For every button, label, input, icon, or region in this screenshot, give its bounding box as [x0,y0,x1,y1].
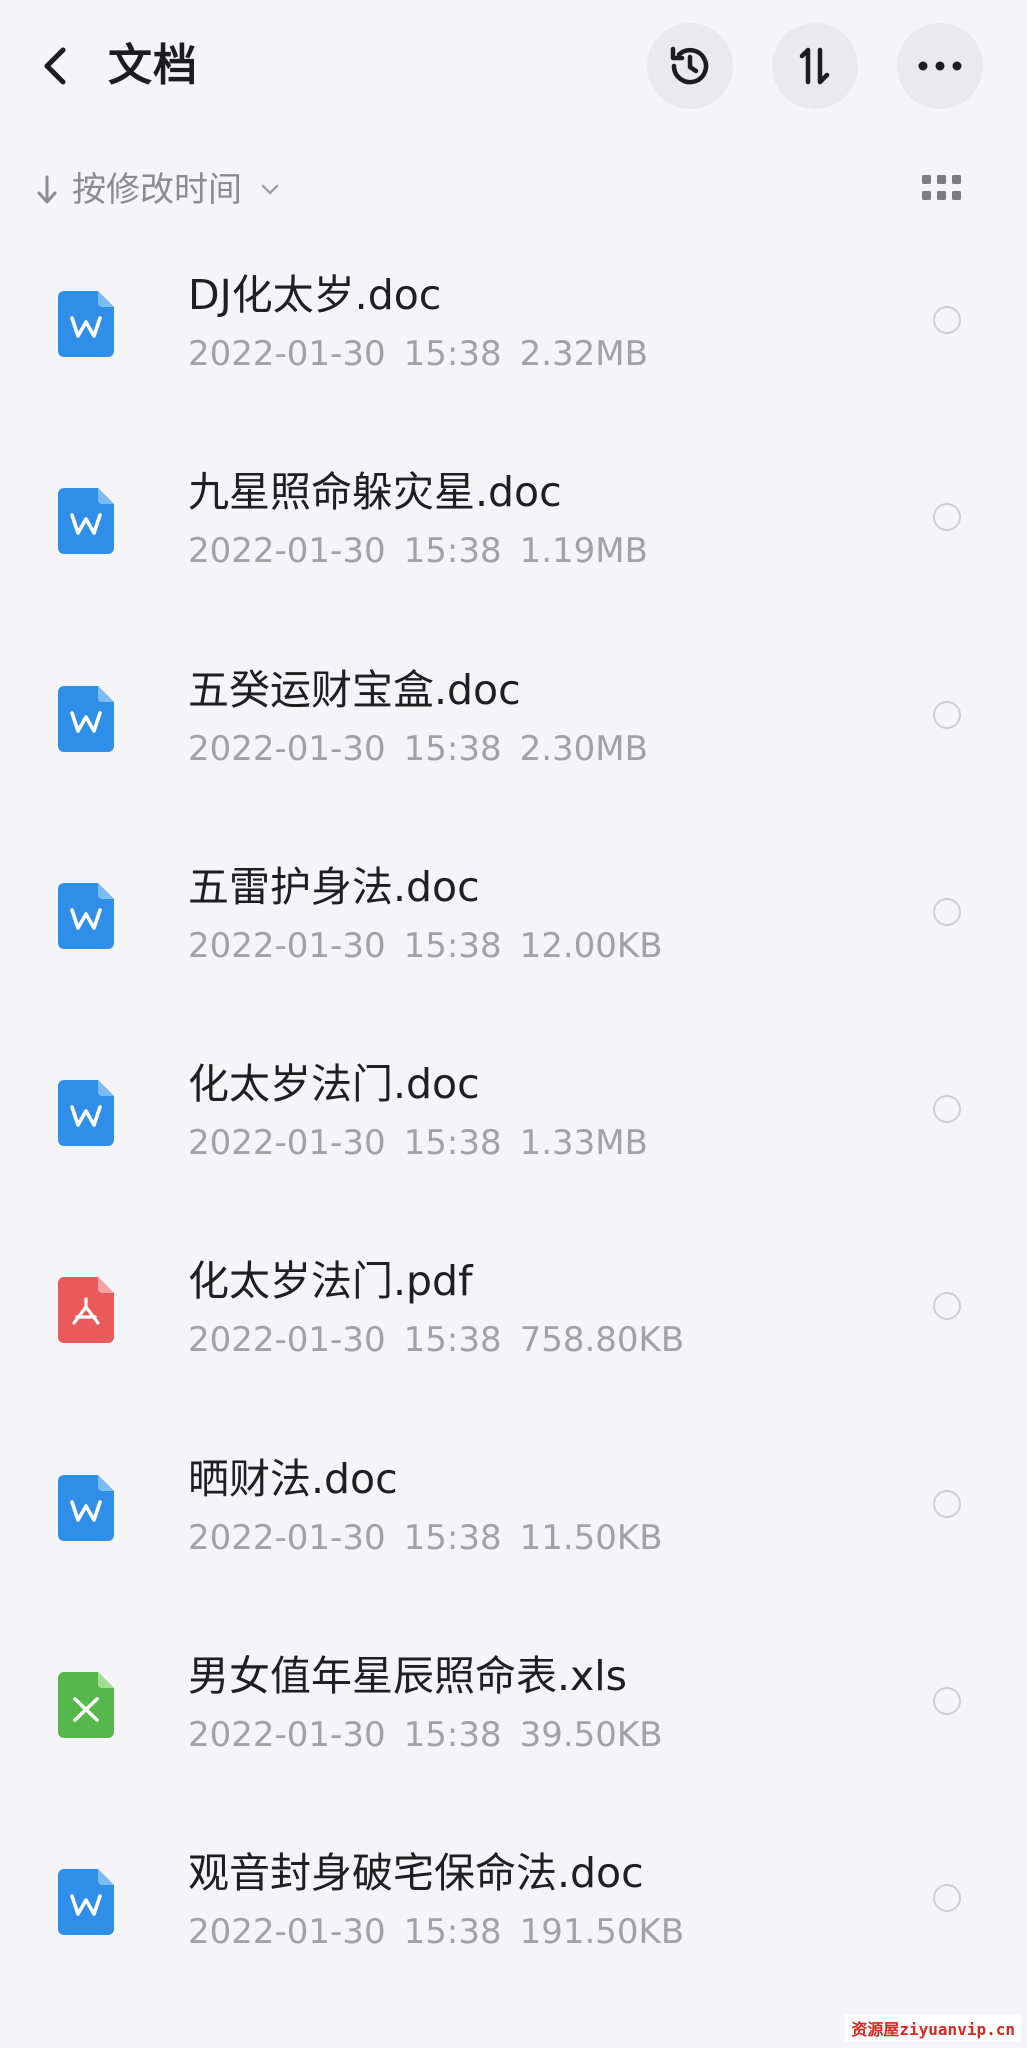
file-date: 2022-01-30 [188,334,386,374]
file-date: 2022-01-30 [188,1320,386,1361]
file-time: 15:38 [403,1912,502,1953]
file-name: 五雷护身法.doc [188,862,480,911]
file-time: 15:38 [403,1715,502,1756]
file-row[interactable]: 化太岁法门.doc 2022-01-30 15:38 1.33MB [0,1029,1027,1226]
file-name: 五癸运财宝盒.doc [188,665,521,714]
select-checkbox[interactable] [933,1292,961,1321]
file-size: 191.50KB [519,1912,685,1953]
word-file-icon [58,1474,114,1541]
file-date: 2022-01-30 [188,1715,386,1756]
file-date: 2022-01-30 [188,925,386,966]
grid-view-icon [922,175,961,200]
file-size: 2.32MB [519,334,648,374]
excel-file-icon [58,1672,114,1739]
file-meta: 2022-01-30 15:38 1.19MB [188,529,666,573]
file-row[interactable]: 五雷护身法.doc 2022-01-30 15:38 12.00KB [0,832,1027,1029]
file-meta: 2022-01-30 15:38 758.80KB [188,1318,702,1362]
file-time: 15:38 [403,728,502,769]
select-checkbox[interactable] [933,1884,961,1913]
pdf-file-icon [58,1277,114,1344]
file-date: 2022-01-30 [188,1123,386,1164]
file-size: 2.30MB [519,728,648,769]
watermark-text: 资源屋ziyuanvip.cn [845,2014,1021,2042]
back-button[interactable] [30,36,80,96]
file-name: 化太岁法门.doc [188,1060,480,1109]
file-list: DJ化太岁.doc 2022-01-30 15:38 2.32MB 九星照命躲灾星.d… [0,240,1027,2016]
select-checkbox[interactable] [933,700,961,729]
select-checkbox[interactable] [933,1489,961,1518]
file-row[interactable]: 观音封身破宅保命法.doc 2022-01-30 15:38 191.50KB [0,1818,1027,2015]
word-file-icon [58,1080,114,1147]
file-meta: 2022-01-30 15:38 11.50KB [188,1516,681,1560]
file-row[interactable]: DJ化太岁.doc 2022-01-30 15:38 2.32MB [0,240,1027,437]
file-size: 1.19MB [519,531,648,572]
file-row[interactable]: 化太岁法门.pdf 2022-01-30 15:38 758.80KB [0,1226,1027,1423]
file-time: 15:38 [403,334,502,374]
file-row[interactable]: 晒财法.doc 2022-01-30 15:38 11.50KB [0,1424,1027,1621]
select-checkbox[interactable] [933,503,961,532]
file-date: 2022-01-30 [188,1517,386,1558]
file-size: 1.33MB [519,1123,648,1164]
sort-button[interactable] [772,23,858,109]
chevron-down-icon [261,184,279,195]
file-meta: 2022-01-30 15:38 39.50KB [188,1713,681,1757]
select-checkbox[interactable] [933,1095,961,1124]
chevron-left-icon [44,47,66,85]
word-file-icon [58,685,114,752]
word-file-icon [58,1869,114,1936]
select-checkbox[interactable] [933,1687,961,1716]
file-time: 15:38 [403,1320,502,1361]
file-date: 2022-01-30 [188,728,386,769]
file-size: 12.00KB [519,925,663,966]
file-meta: 2022-01-30 15:38 191.50KB [188,1910,702,1954]
top-bar: 文档 [0,0,1027,130]
file-meta: 2022-01-30 15:38 1.33MB [188,1121,666,1165]
file-meta: 2022-01-30 15:38 2.32MB [188,332,666,376]
file-time: 15:38 [403,1517,502,1558]
word-file-icon [58,488,114,555]
select-checkbox[interactable] [933,306,961,334]
page-title: 文档 [108,40,198,91]
history-button[interactable] [647,23,733,109]
file-time: 15:38 [403,1123,502,1164]
file-row[interactable]: 五癸运财宝盒.doc 2022-01-30 15:38 2.30MB [0,635,1027,832]
arrow-down-icon [37,175,57,204]
sort-bar: 按修改时间 [0,160,1027,224]
file-size: 758.80KB [519,1320,685,1361]
file-size: 11.50KB [519,1517,663,1558]
word-file-icon [58,882,114,949]
file-meta: 2022-01-30 15:38 2.30MB [188,727,666,771]
file-time: 15:38 [403,531,502,572]
sort-label: 按修改时间 [72,170,242,210]
file-time: 15:38 [403,925,502,966]
history-clock-icon [670,46,709,85]
file-size: 39.50KB [519,1715,663,1756]
more-button[interactable] [897,23,983,109]
sort-order-dropdown[interactable]: 按修改时间 [36,166,280,214]
file-row[interactable]: 九星照命躲灾星.doc 2022-01-30 15:38 1.19MB [0,437,1027,634]
file-name: 男女值年星辰照命表.xls [188,1652,628,1701]
file-row[interactable]: 男女值年星辰照命表.xls 2022-01-30 15:38 39.50KB [0,1621,1027,1818]
word-file-icon [58,291,114,357]
select-checkbox[interactable] [933,897,961,926]
file-name: 晒财法.doc [188,1454,398,1503]
file-date: 2022-01-30 [188,531,386,572]
sort-swap-icon [799,47,830,85]
file-meta: 2022-01-30 15:38 12.00KB [188,924,681,968]
file-name: DJ化太岁.doc [188,271,442,319]
file-date: 2022-01-30 [188,1912,386,1953]
file-name: 化太岁法门.pdf [188,1257,473,1306]
file-name: 观音封身破宅保命法.doc [188,1849,644,1898]
file-name: 九星照命躲灾星.doc [188,468,562,517]
more-horizontal-icon [918,61,962,71]
grid-view-button[interactable] [922,175,966,209]
